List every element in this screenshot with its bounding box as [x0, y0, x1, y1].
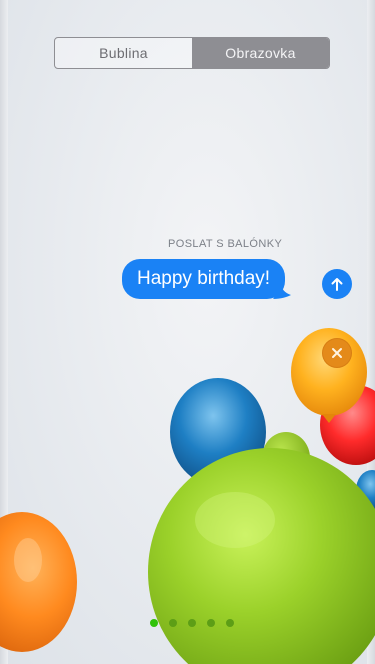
send-button[interactable]: [322, 269, 352, 299]
page-dot-2[interactable]: [169, 619, 177, 627]
message-bubble-container: Happy birthday!: [122, 259, 292, 299]
page-dot-1[interactable]: [150, 619, 158, 627]
effect-page-indicator: [150, 619, 234, 627]
balloons-animation: [0, 328, 375, 664]
balloon-green-small: [262, 432, 310, 484]
message-text: Happy birthday!: [137, 268, 271, 289]
balloon-blue: [170, 378, 266, 492]
page-dot-3[interactable]: [188, 619, 196, 627]
effect-name-label: POSLAT S BALÓNKY: [168, 238, 283, 250]
segment-screen[interactable]: Obrazovka: [192, 38, 329, 68]
cancel-effect-button[interactable]: [322, 338, 352, 368]
page-dot-4[interactable]: [207, 619, 215, 627]
frame-edge-right: [367, 0, 375, 664]
frame-edge-left: [0, 0, 8, 664]
message-bubble: Happy birthday!: [122, 259, 292, 299]
arrow-up-icon: [331, 278, 343, 291]
message-effect-screen: Bublina Obrazovka POSLAT S BALÓNKY Happy…: [0, 0, 375, 664]
page-dot-5[interactable]: [226, 619, 234, 627]
balloon-green-large: [148, 448, 375, 664]
close-icon: [332, 348, 342, 358]
balloon-orange: [0, 512, 77, 652]
bubble-tail: [273, 283, 292, 299]
effect-type-segmented-control: Bublina Obrazovka: [54, 37, 330, 69]
segment-bubble[interactable]: Bublina: [55, 38, 192, 68]
